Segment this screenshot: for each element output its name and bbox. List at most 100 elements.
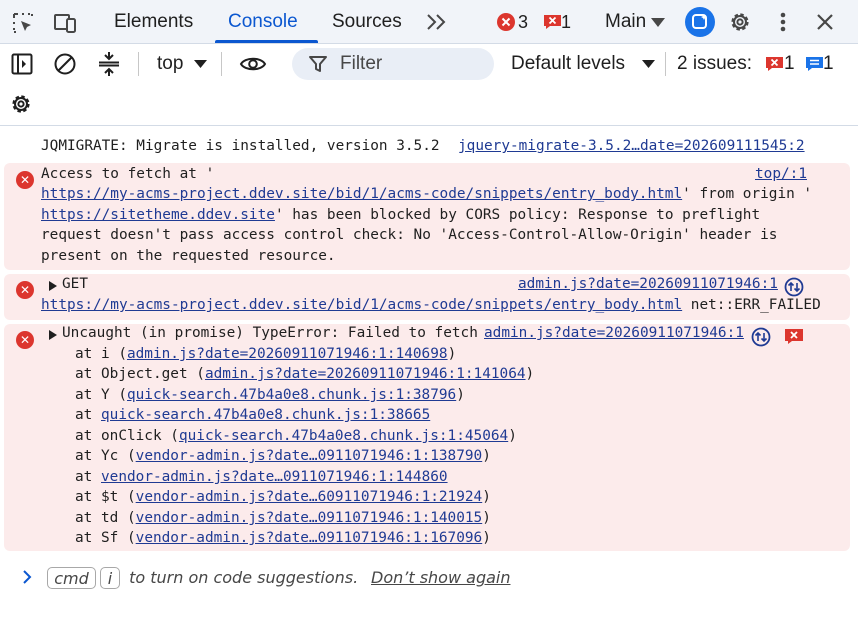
frame-link[interactable]: admin.js?date=20260911071946:1:140698: [127, 346, 448, 362]
issue-error-icon: [764, 55, 784, 73]
caret-down-icon: [641, 59, 655, 69]
ai-assistance-button[interactable]: [685, 7, 715, 37]
request-url-link[interactable]: https://my-acms-project.ddev.site/bid/1/…: [41, 186, 682, 202]
stack-frame: at vendor-admin.js?date…0911071946:1:144…: [75, 469, 448, 485]
frame-link[interactable]: vendor-admin.js?date…0911071946:1:140015: [136, 510, 483, 526]
error-source-link[interactable]: admin.js?date=20260911071946:1: [518, 276, 778, 292]
frame-text: ): [447, 346, 457, 362]
collapse-groups-icon[interactable]: [97, 51, 121, 77]
origin-url-link[interactable]: https://sitetheme.ddev.site: [41, 207, 275, 223]
tab-label: Elements: [114, 11, 194, 32]
prompt-chevron-icon: [20, 569, 34, 585]
i-key-badge: i: [100, 567, 120, 589]
caret-down-icon: [193, 59, 207, 69]
console-settings-gear-icon[interactable]: [9, 92, 33, 116]
more-options-icon[interactable]: [773, 10, 793, 34]
frame-link[interactable]: quick-search.47b4a0e8.chunk.js:1:45064: [179, 428, 508, 444]
settings-gear-icon[interactable]: [727, 9, 753, 35]
frame-link[interactable]: quick-search.47b4a0e8.chunk.js:1:38796: [127, 387, 456, 403]
toolbar-divider: [138, 52, 139, 76]
frame-text: ): [456, 387, 465, 403]
log-levels-dropdown[interactable]: Default levels: [511, 52, 625, 76]
error-text: present on the requested resource.: [41, 248, 336, 264]
console-prompt[interactable]: cmd i to turn on code suggestions. Don’t…: [0, 556, 858, 600]
request-url-link[interactable]: https://my-acms-project.ddev.site/bid/1/…: [41, 297, 682, 313]
log-message-text: JQMIGRATE: Migrate is installed, version…: [41, 138, 440, 154]
frame-text: ): [482, 530, 491, 546]
frame-link[interactable]: admin.js?date=20260911071946:1:141064: [205, 366, 526, 382]
frame-text: ): [482, 489, 491, 505]
log-source-link[interactable]: jquery-migrate-3.5.2…date=202609111545:2: [458, 138, 805, 154]
devtools-tab-bar: Elements Console Sources 3 1 Main: [0, 0, 858, 44]
tab-elements[interactable]: Elements: [114, 0, 193, 44]
issue-count[interactable]: 1: [561, 0, 571, 44]
network-request-icon[interactable]: [783, 276, 805, 298]
issue-info-icon: [804, 55, 824, 73]
context-dropdown[interactable]: Main: [605, 0, 646, 44]
caret-down-icon: [650, 16, 666, 28]
error-text: request doesn't pass access control chec…: [41, 227, 778, 243]
stack-frame: at $t (vendor-admin.js?date…60911071946:…: [75, 489, 491, 505]
network-status: net::ERR_FAILED: [682, 297, 821, 313]
tab-console[interactable]: Console: [228, 0, 298, 44]
frame-text: at i (: [75, 346, 127, 362]
dont-show-again-link[interactable]: Don’t show again: [371, 568, 510, 587]
frame-text: at Y (: [75, 387, 127, 403]
active-tab-indicator: [215, 40, 318, 43]
error-text: Access to fetch at ': [41, 166, 215, 182]
error-text-line: https://my-acms-project.ddev.site/bid/1/…: [41, 186, 812, 202]
issues-button[interactable]: 2 issues:: [677, 52, 752, 76]
tab-label: Console: [228, 11, 298, 32]
frame-text: at td (: [75, 510, 136, 526]
console-toolbar: top Filter Default levels 2 issues: 1 1: [0, 44, 858, 126]
error-text-line: https://sitetheme.ddev.site' has been bl…: [41, 207, 760, 223]
frame-link[interactable]: vendor-admin.js?date…60911071946:1:21924: [136, 489, 483, 505]
filter-input[interactable]: Filter: [292, 48, 494, 80]
request-method: GET: [62, 276, 88, 292]
issue-count-label: 1: [561, 11, 572, 32]
log-levels-label: Default levels: [511, 53, 626, 74]
sidebar-toggle-icon[interactable]: [10, 52, 34, 76]
frame-text: ): [525, 366, 535, 382]
error-source-link[interactable]: admin.js?date=20260911071946:1: [484, 325, 744, 341]
error-text: ' from origin ': [682, 186, 813, 202]
tab-sources[interactable]: Sources: [332, 0, 402, 44]
expand-triangle-icon[interactable]: [49, 281, 57, 291]
stack-frame: at td (vendor-admin.js?date…0911071946:1…: [75, 510, 491, 526]
frame-text: at: [75, 407, 101, 423]
error-icon: ✕: [16, 281, 34, 299]
code-suggestions-hint: to turn on code suggestions.: [124, 568, 359, 587]
network-request-icon[interactable]: [750, 326, 772, 348]
error-source-link[interactable]: top/:1: [755, 166, 807, 182]
cmd-key-badge: cmd: [47, 567, 96, 589]
close-icon[interactable]: [814, 11, 836, 33]
expand-triangle-icon[interactable]: [49, 330, 57, 340]
filter-placeholder: Filter: [340, 53, 383, 74]
frame-link[interactable]: vendor-admin.js?date…0911071946:1:138790: [136, 448, 483, 464]
error-text: ' has been blocked by CORS policy: Respo…: [274, 207, 761, 223]
toolbar-divider: [221, 52, 222, 76]
frame-text: ): [508, 428, 517, 444]
frame-link[interactable]: vendor-admin.js?date…0911071946:1:167096: [136, 530, 483, 546]
frame-text: ): [482, 448, 491, 464]
issue-icon: [542, 13, 562, 31]
frame-text: at Sf (: [75, 530, 136, 546]
stack-frame: at Y (quick-search.47b4a0e8.chunk.js:1:3…: [75, 387, 465, 403]
filter-funnel-icon: [309, 56, 327, 72]
chevron-double-right-icon[interactable]: [424, 10, 450, 34]
frame-text: at: [75, 469, 101, 485]
device-toolbar-icon[interactable]: [53, 10, 79, 36]
frame-link[interactable]: quick-search.47b4a0e8.chunk.js:1:38665: [101, 407, 430, 423]
error-count[interactable]: 3: [518, 0, 528, 44]
issue-error-icon[interactable]: [783, 326, 805, 346]
stack-frame: at Object.get (admin.js?date=20260911071…: [75, 366, 534, 382]
frame-link[interactable]: vendor-admin.js?date…0911071946:1:144860: [101, 469, 448, 485]
issues-label: 2 issues:: [677, 53, 752, 74]
live-expression-eye-icon[interactable]: [238, 53, 268, 75]
clear-console-icon[interactable]: [53, 52, 77, 76]
inspect-element-icon[interactable]: [10, 10, 36, 36]
context-selector[interactable]: top: [157, 52, 183, 76]
error-icon: ✕: [16, 171, 34, 189]
issues-info-count-label: 1: [823, 53, 834, 74]
issues-error-count-label: 1: [784, 53, 795, 74]
